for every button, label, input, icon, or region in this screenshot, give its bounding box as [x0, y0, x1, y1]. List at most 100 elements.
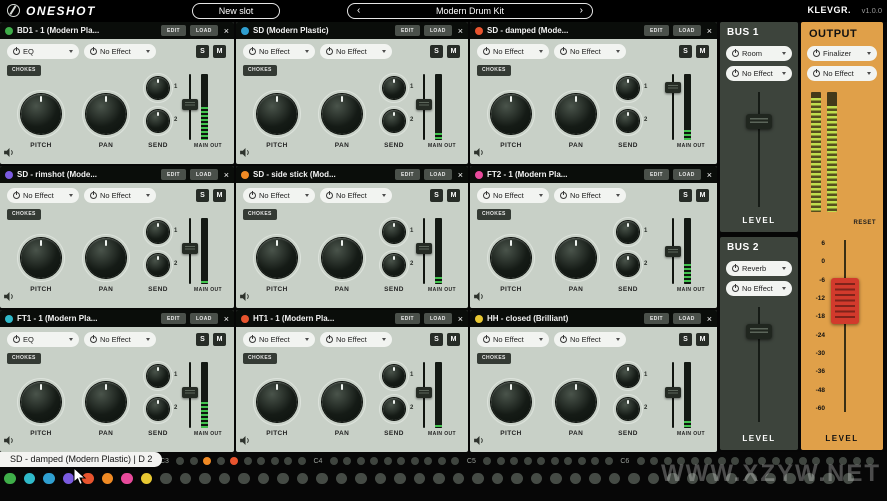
pad-dot[interactable]: [451, 457, 459, 465]
pan-knob[interactable]: [556, 238, 596, 278]
chokes-button[interactable]: CHOKES: [7, 209, 41, 220]
output-fx1-dropdown[interactable]: Finalizer: [807, 46, 877, 61]
mute-button[interactable]: M: [447, 189, 460, 202]
power-icon[interactable]: [483, 336, 490, 343]
mute-button[interactable]: M: [696, 333, 709, 346]
power-icon[interactable]: [560, 336, 567, 343]
solo-button[interactable]: S: [196, 45, 209, 58]
volume-fader-handle[interactable]: [416, 243, 432, 254]
pad-dot[interactable]: [510, 457, 518, 465]
fx-slot-2-dropdown[interactable]: No Effect: [84, 332, 156, 347]
pad-dot[interactable]: [230, 457, 238, 465]
pad-dot[interactable]: [424, 457, 432, 465]
power-icon[interactable]: [560, 48, 567, 55]
fx-slot-2-dropdown[interactable]: No Effect: [320, 44, 392, 59]
send2-knob[interactable]: [617, 398, 639, 420]
pad-dot[interactable]: [648, 473, 660, 485]
pad-dot[interactable]: [141, 473, 153, 485]
pad-dot[interactable]: [219, 473, 231, 485]
volume-fader-handle[interactable]: [665, 387, 681, 398]
send2-knob[interactable]: [383, 398, 405, 420]
pad-dot[interactable]: [176, 457, 184, 465]
pan-knob[interactable]: [86, 238, 126, 278]
send1-knob[interactable]: [383, 221, 405, 243]
bus1-fx1-dropdown[interactable]: Room: [726, 46, 792, 61]
send2-knob[interactable]: [147, 110, 169, 132]
edit-button[interactable]: EDIT: [644, 169, 669, 180]
solo-button[interactable]: S: [679, 189, 692, 202]
pad-dot[interactable]: [589, 473, 601, 485]
send2-knob[interactable]: [383, 254, 405, 276]
bus2-fader-handle[interactable]: [746, 324, 772, 339]
pad-dot[interactable]: [257, 457, 265, 465]
fx-slot-1-dropdown[interactable]: No Effect: [477, 44, 549, 59]
send1-knob[interactable]: [617, 77, 639, 99]
pad-dot[interactable]: [277, 473, 289, 485]
close-icon[interactable]: ×: [458, 314, 463, 324]
pad-dot[interactable]: [343, 457, 351, 465]
power-icon[interactable]: [249, 48, 256, 55]
volume-fader-handle[interactable]: [182, 99, 198, 110]
pad-dot[interactable]: [667, 473, 679, 485]
pad-dot[interactable]: [497, 457, 505, 465]
output-fader-handle[interactable]: [831, 278, 859, 324]
edit-button[interactable]: EDIT: [161, 169, 186, 180]
pad-dot[interactable]: [758, 457, 766, 465]
pad-dot[interactable]: [812, 457, 820, 465]
pad-dot[interactable]: [531, 473, 543, 485]
channel-volume-fader[interactable]: [665, 218, 681, 284]
pad-dot[interactable]: [823, 473, 835, 485]
pad-dot[interactable]: [731, 457, 739, 465]
pad-dot[interactable]: [492, 473, 504, 485]
bus1-fx2-dropdown[interactable]: No Effect: [726, 66, 792, 81]
close-icon[interactable]: ×: [707, 170, 712, 180]
pitch-knob[interactable]: [491, 94, 531, 134]
pad-dot[interactable]: [453, 473, 465, 485]
fx-slot-2-dropdown[interactable]: No Effect: [554, 44, 626, 59]
mute-button[interactable]: M: [447, 333, 460, 346]
pitch-knob[interactable]: [21, 238, 61, 278]
pad-dot[interactable]: [375, 473, 387, 485]
power-icon[interactable]: [249, 336, 256, 343]
new-slot-button[interactable]: New slot: [192, 3, 280, 19]
solo-button[interactable]: S: [196, 333, 209, 346]
output-fx2-dropdown[interactable]: No Effect: [807, 66, 877, 81]
speaker-icon[interactable]: [4, 436, 15, 445]
speaker-icon[interactable]: [474, 148, 485, 157]
fx-slot-2-dropdown[interactable]: No Effect: [84, 188, 156, 203]
pad-dot[interactable]: [804, 473, 816, 485]
load-button[interactable]: LOAD: [424, 25, 452, 36]
power-icon[interactable]: [483, 48, 490, 55]
chokes-button[interactable]: CHOKES: [243, 353, 277, 364]
edit-button[interactable]: EDIT: [395, 25, 420, 36]
pad-dot[interactable]: [691, 457, 699, 465]
power-icon[interactable]: [249, 192, 256, 199]
pad-dot[interactable]: [704, 457, 712, 465]
pad-dot[interactable]: [217, 457, 225, 465]
pad-dot[interactable]: [330, 457, 338, 465]
pad-dot[interactable]: [238, 473, 250, 485]
pan-knob[interactable]: [322, 382, 362, 422]
pitch-knob[interactable]: [257, 94, 297, 134]
pad-dot[interactable]: [578, 457, 586, 465]
load-button[interactable]: LOAD: [673, 169, 701, 180]
mute-button[interactable]: M: [213, 189, 226, 202]
pad-dot[interactable]: [765, 473, 777, 485]
pad-dot[interactable]: [199, 473, 211, 485]
pad-dot[interactable]: [826, 457, 834, 465]
speaker-icon[interactable]: [240, 436, 251, 445]
fx-slot-2-dropdown[interactable]: No Effect: [554, 188, 626, 203]
solo-button[interactable]: S: [430, 189, 443, 202]
send2-knob[interactable]: [617, 110, 639, 132]
pan-knob[interactable]: [322, 238, 362, 278]
close-icon[interactable]: ×: [224, 26, 229, 36]
pad-dot[interactable]: [591, 457, 599, 465]
power-icon[interactable]: [326, 336, 333, 343]
pad-dot[interactable]: [687, 473, 699, 485]
fx-slot-2-dropdown[interactable]: No Effect: [84, 44, 156, 59]
volume-fader-handle[interactable]: [182, 387, 198, 398]
load-button[interactable]: LOAD: [190, 25, 218, 36]
edit-button[interactable]: EDIT: [395, 313, 420, 324]
mute-button[interactable]: M: [213, 45, 226, 58]
pad-dot[interactable]: [843, 473, 855, 485]
